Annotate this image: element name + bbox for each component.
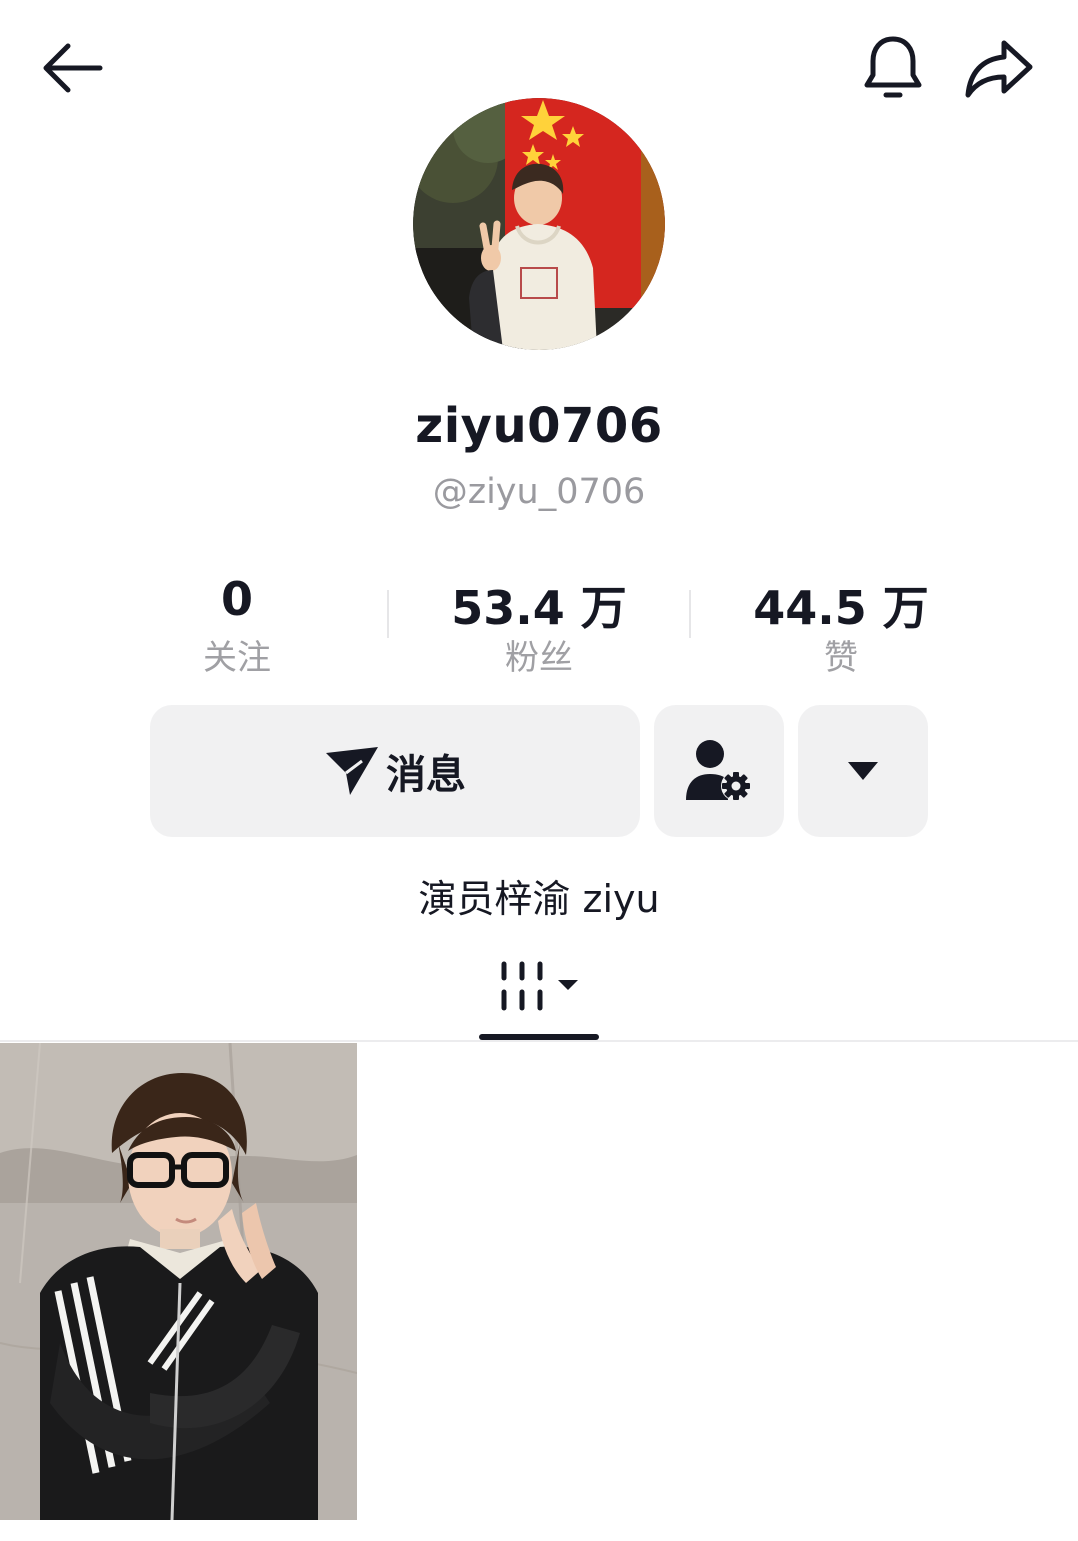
back-button[interactable] xyxy=(30,32,112,104)
user-gear-icon xyxy=(686,740,751,801)
stat-divider xyxy=(689,590,691,638)
likes-label[interactable]: 赞 xyxy=(824,630,858,679)
following-count[interactable]: 0 xyxy=(221,572,253,626)
profile-bio: 演员梓渝 ziyu xyxy=(418,877,660,921)
video-thumbnail-image xyxy=(0,1043,357,1520)
avatar[interactable] xyxy=(413,98,665,350)
followers-count[interactable]: 53.4 万 xyxy=(451,572,627,638)
notification-button[interactable] xyxy=(852,26,934,110)
share-arrow-icon xyxy=(965,40,1033,98)
video-thumbnail[interactable] xyxy=(0,1043,357,1520)
caret-down-icon xyxy=(558,980,578,990)
tab-divider xyxy=(0,1040,1078,1042)
bell-icon xyxy=(864,36,922,98)
profile-nickname: ziyu0706 xyxy=(415,398,663,454)
message-button[interactable]: 消息 xyxy=(150,705,640,837)
message-button-label: 消息 xyxy=(386,752,466,798)
arrow-left-icon xyxy=(43,43,103,93)
paper-plane-icon xyxy=(326,747,378,795)
share-button[interactable] xyxy=(956,28,1042,108)
follow-settings-button[interactable] xyxy=(654,705,784,837)
grid-columns-icon xyxy=(501,961,578,1011)
likes-count[interactable]: 44.5 万 xyxy=(753,572,929,638)
more-options-button[interactable] xyxy=(798,705,928,837)
avatar-photo xyxy=(413,98,665,350)
following-label[interactable]: 关注 xyxy=(203,630,271,679)
profile-handle: @ziyu_0706 xyxy=(432,472,646,512)
caret-down-icon xyxy=(848,762,878,780)
followers-label[interactable]: 粉丝 xyxy=(505,630,573,679)
stat-divider xyxy=(387,590,389,638)
tab-works[interactable] xyxy=(478,946,600,1026)
